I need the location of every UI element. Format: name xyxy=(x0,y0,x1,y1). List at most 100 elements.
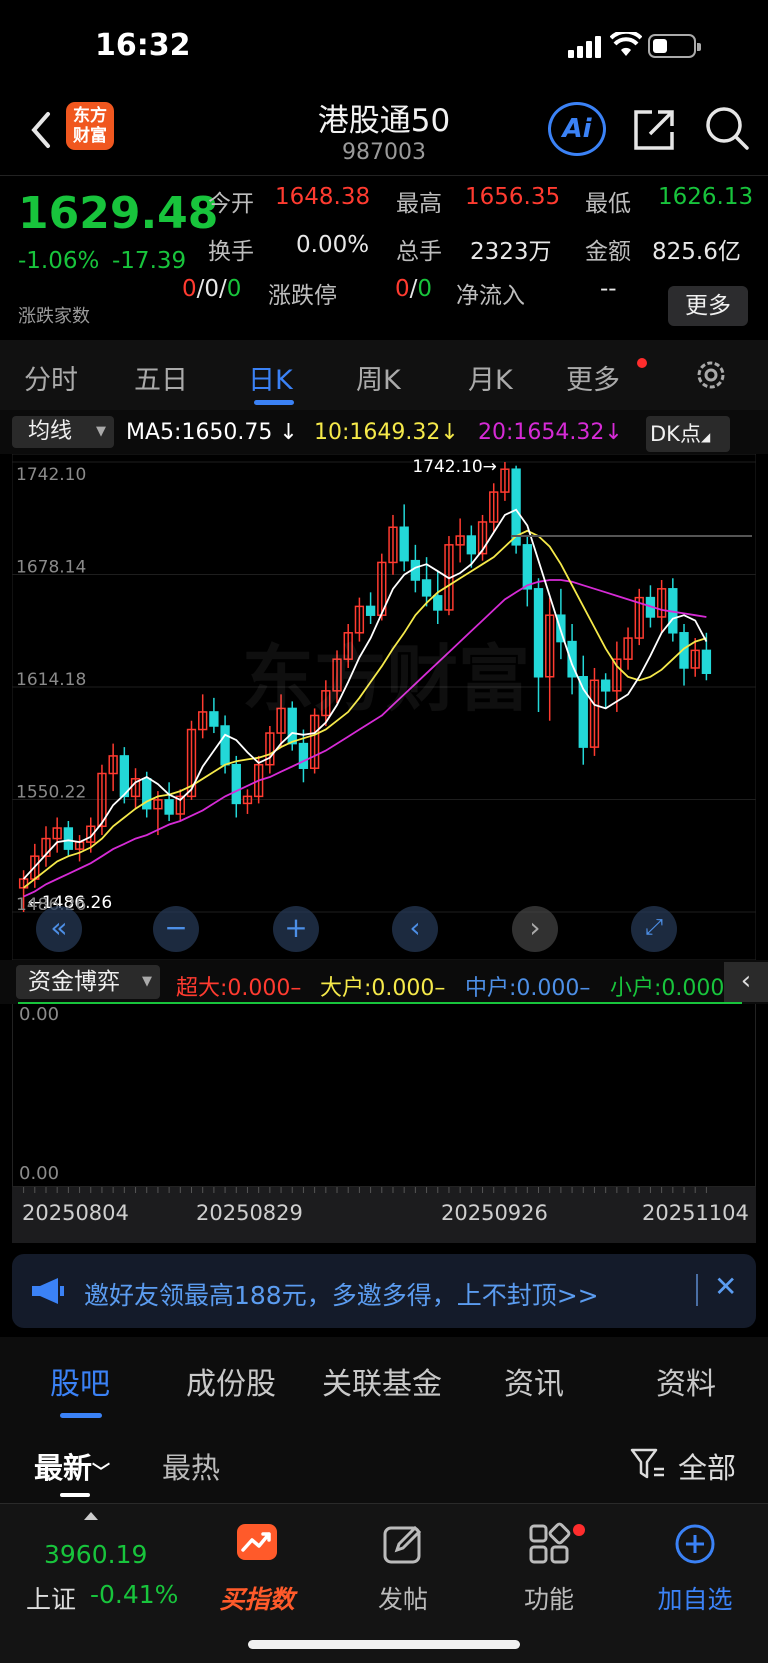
dk-point-button[interactable]: DK点◢ xyxy=(646,416,730,452)
tab-news[interactable]: 资讯 xyxy=(504,1359,564,1403)
status-time: 16:32 xyxy=(95,28,191,63)
close-icon[interactable]: ✕ xyxy=(714,1270,737,1303)
scroll-left-button[interactable]: ‹ xyxy=(392,906,438,952)
zoom-in-button[interactable]: + xyxy=(273,906,319,952)
candle xyxy=(388,514,398,575)
filter-icon[interactable] xyxy=(630,1447,666,1481)
candle xyxy=(399,504,409,572)
candle xyxy=(41,826,51,867)
search-icon[interactable] xyxy=(704,105,750,151)
candle xyxy=(500,462,510,501)
fund-indicator-select[interactable]: 资金博弈 ▼ xyxy=(16,965,160,999)
quote-panel: 1629.48 -1.06% -17.39 今开 1648.38 最高 1656… xyxy=(0,175,768,340)
tab-profile[interactable]: 资料 xyxy=(656,1359,716,1403)
small-flow: 小户:0.000 xyxy=(610,976,725,1001)
high-value: 1656.35 xyxy=(465,184,561,210)
y-tick-label: 1742.10 xyxy=(16,465,86,485)
turnover-label: 换手 xyxy=(208,239,254,265)
volume-label: 总手 xyxy=(396,239,442,265)
large-flow: 大户:0.000– xyxy=(320,976,446,1001)
candle xyxy=(108,743,118,792)
candle xyxy=(668,578,678,642)
dropdown-caret-icon: ▼ xyxy=(96,424,106,439)
candle xyxy=(489,483,499,533)
chart-controls: « − + ‹ › ⤢ xyxy=(0,906,768,956)
candle xyxy=(231,755,241,818)
candle xyxy=(365,592,376,624)
low-value: 1626.13 xyxy=(658,184,754,210)
candle xyxy=(545,597,555,721)
ai-button[interactable]: Ai xyxy=(548,102,606,156)
sort-latest[interactable]: 最新﹀ xyxy=(34,1445,110,1487)
add-watchlist-button[interactable]: 加自选 xyxy=(640,1522,750,1614)
candle xyxy=(522,536,532,607)
date-tick: 20250804 xyxy=(22,1201,129,1225)
date-axis: 20250804 20250829 20250926 20251104 xyxy=(12,1187,756,1243)
amount-label: 金额 xyxy=(585,239,631,265)
candle xyxy=(242,789,253,814)
tab-forum[interactable]: 股吧 xyxy=(50,1359,110,1403)
index-name[interactable]: 上证 xyxy=(26,1580,76,1616)
dropdown-caret-icon: ▼ xyxy=(142,974,152,989)
candle xyxy=(634,588,644,646)
y-tick-label: 1678.14 xyxy=(16,558,86,578)
buy-index-button[interactable]: 买指数 xyxy=(202,1522,312,1614)
candle xyxy=(656,580,667,633)
megaphone-icon xyxy=(32,1278,64,1304)
indicator-select[interactable]: 均线 ▼ xyxy=(12,416,114,448)
zoom-out-button[interactable]: − xyxy=(153,906,199,952)
fund-flow-panel: 0.00 0.00 xyxy=(12,1004,756,1187)
sort-hottest[interactable]: 最热 xyxy=(162,1445,220,1487)
status-bar: 16:32 xyxy=(0,0,768,80)
tab-intraday[interactable]: 分时 xyxy=(24,358,78,397)
candlestick-chart[interactable]: 1742.10→←1486.26 1742.101678.141614.1815… xyxy=(12,454,756,960)
settings-gear-icon[interactable] xyxy=(692,356,730,394)
home-indicator xyxy=(248,1640,520,1649)
limit-label: 涨跌停 xyxy=(268,283,337,309)
fund-axis-bottom: 0.00 xyxy=(19,1163,60,1184)
tab-related-funds[interactable]: 关联基金 xyxy=(322,1359,442,1403)
functions-button[interactable]: 功能 xyxy=(494,1522,604,1614)
index-value[interactable]: 3960.19 xyxy=(44,1540,147,1569)
tab-constituents[interactable]: 成份股 xyxy=(186,1359,276,1403)
collapse-chevron-icon[interactable]: ‹ xyxy=(724,962,768,1002)
candle xyxy=(679,623,689,686)
notification-dot xyxy=(637,358,647,368)
active-tab-indicator xyxy=(254,400,294,405)
ma5-value: MA5:1650.75 ↓ xyxy=(126,420,298,445)
advance-decline-label: 涨跌家数 xyxy=(18,306,90,327)
more-quote-button[interactable]: 更多 xyxy=(668,286,748,326)
date-tick: 20250829 xyxy=(196,1201,303,1225)
share-icon[interactable] xyxy=(632,106,678,152)
fund-flow-bar: 资金博弈 ▼ 超大:0.000– 大户:0.000– 中户:0.000– 小户:… xyxy=(0,960,768,1004)
candle xyxy=(578,655,588,765)
corner-triangle-icon: ◢ xyxy=(700,430,711,444)
candle xyxy=(600,673,611,709)
scroll-right-button[interactable]: › xyxy=(512,906,558,952)
candle xyxy=(209,697,219,734)
net-inflow-value: -- xyxy=(600,276,617,302)
tab-more[interactable]: 更多 xyxy=(566,358,620,397)
tab-five-day[interactable]: 五日 xyxy=(134,358,188,397)
apps-grid-icon xyxy=(529,1522,571,1564)
tab-weekly-k[interactable]: 周K xyxy=(356,358,401,397)
filter-all[interactable]: 全部 xyxy=(678,1445,736,1487)
limit-value: 0/0 xyxy=(395,276,433,302)
candle xyxy=(433,571,443,624)
date-tick: 20251104 xyxy=(642,1201,749,1225)
tab-daily-k[interactable]: 日K xyxy=(248,358,293,397)
fullscreen-button[interactable]: ⤢ xyxy=(631,906,677,952)
chevron-down-icon: ﹀ xyxy=(92,1462,111,1483)
candle xyxy=(623,627,633,670)
post-button[interactable]: 发帖 xyxy=(348,1522,458,1614)
candle xyxy=(130,768,141,809)
zoom-reset-button[interactable]: « xyxy=(36,906,82,952)
super-large-flow: 超大:0.000– xyxy=(176,976,302,1001)
promo-banner[interactable]: 邀好友领最高188元，多邀多得，上不封顶>> ✕ xyxy=(12,1254,756,1328)
expand-caret-icon[interactable] xyxy=(84,1512,98,1520)
ma10-value: 10:1649.32↓ xyxy=(314,420,459,445)
tab-monthly-k[interactable]: 月K xyxy=(468,358,513,397)
index-change[interactable]: -0.41% xyxy=(90,1580,178,1609)
compose-icon xyxy=(383,1525,422,1564)
candle xyxy=(164,782,174,821)
